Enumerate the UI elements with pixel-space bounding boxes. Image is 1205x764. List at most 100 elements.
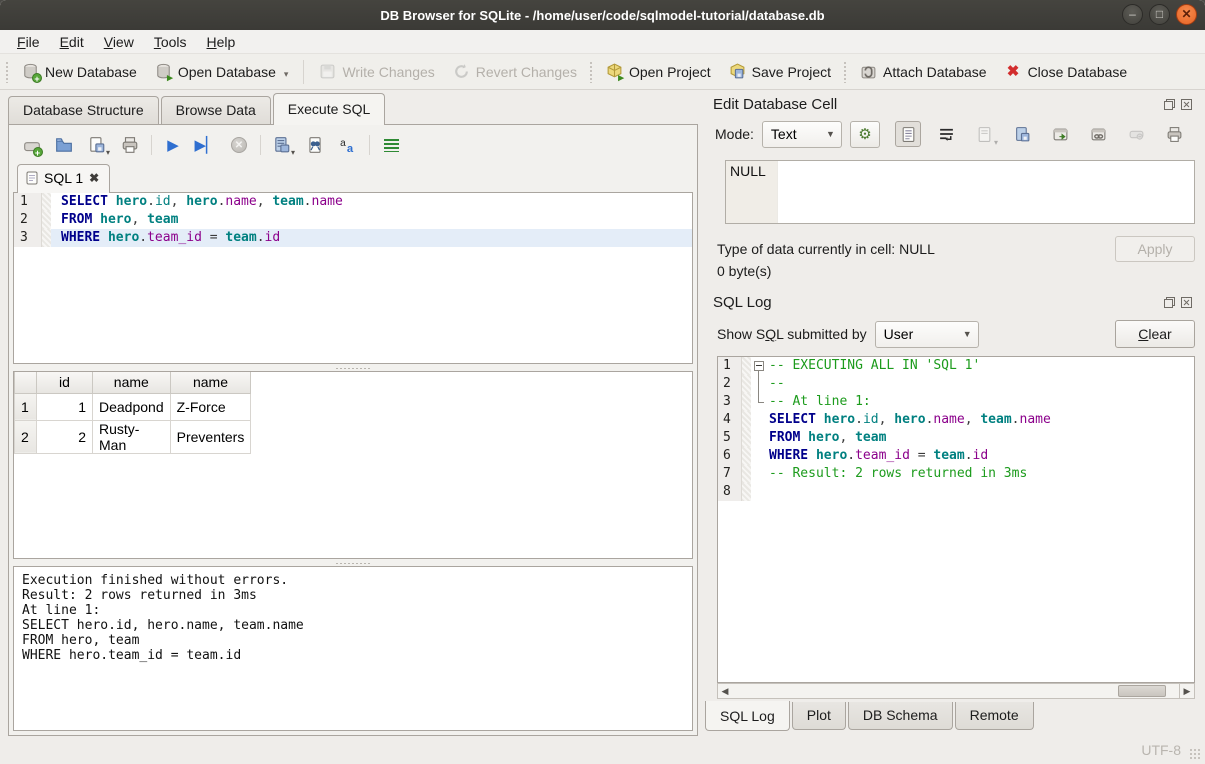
new-database-button[interactable]: + New Database xyxy=(13,59,146,84)
log-line: 5 FROM hero, team xyxy=(718,429,1194,447)
fold-marker-icon[interactable] xyxy=(751,357,767,375)
sql-log-view[interactable]: 1 -- EXECUTING ALL IN 'SQL 1' 2 -- 3 -- … xyxy=(717,356,1195,683)
fold-margin xyxy=(742,465,751,483)
close-database-button[interactable]: ✖ Close Database xyxy=(996,59,1137,84)
row-header[interactable]: 2 xyxy=(15,420,37,453)
vertical-splitter[interactable] xyxy=(698,92,705,736)
toolbar-separator xyxy=(303,60,304,84)
float-dock-icon[interactable] xyxy=(1163,98,1176,111)
menu-tools[interactable]: Tools xyxy=(145,32,196,52)
export-data-button[interactable] xyxy=(1009,121,1035,147)
open-database-button[interactable]: ▸ Open Database ▾ xyxy=(146,59,298,84)
log-line: 7 -- Result: 2 rows returned in 3ms xyxy=(718,465,1194,483)
menu-edit[interactable]: Edit xyxy=(51,32,93,52)
auto-format-button[interactable]: ⚙ xyxy=(850,121,880,148)
scroll-right-icon[interactable]: ▶ xyxy=(1180,686,1194,697)
print-cell-button[interactable] xyxy=(1161,121,1187,147)
sql-editor[interactable]: 1 SELECT hero.id, hero.name, team.name 2… xyxy=(13,192,693,364)
open-database-dropdown[interactable]: ▾ xyxy=(284,69,289,80)
copy-link-button[interactable] xyxy=(1085,121,1111,147)
execute-line-button[interactable]: ▶▏ xyxy=(194,133,218,157)
menu-file[interactable]: File xyxy=(8,32,49,52)
apply-button: Apply xyxy=(1115,236,1195,262)
auto-completion-button[interactable]: aa xyxy=(336,133,360,157)
column-header-id[interactable]: id xyxy=(37,372,93,393)
cell-team-name[interactable]: Preventers xyxy=(170,420,251,453)
open-database-icon: ▸ xyxy=(155,63,172,80)
open-project-button[interactable]: ▸ Open Project xyxy=(597,59,720,84)
save-project-button[interactable]: Save Project xyxy=(720,59,840,84)
cell-edit-icons: ▾ xyxy=(895,121,1187,147)
open-external-button[interactable] xyxy=(1047,121,1073,147)
cell-hero-name[interactable]: Deadpond xyxy=(93,393,171,420)
mode-select[interactable]: Text ▼ xyxy=(762,121,842,148)
row-header[interactable]: 1 xyxy=(15,393,37,420)
resize-grip[interactable] xyxy=(1189,748,1201,760)
log-line: 6 WHERE hero.team_id = team.id xyxy=(718,447,1194,465)
close-database-icon: ✖ xyxy=(1005,63,1022,80)
scrollbar-thumb[interactable] xyxy=(1118,685,1166,697)
table-row[interactable]: 2 2 Rusty-Man Preventers xyxy=(15,420,251,453)
word-wrap-button[interactable] xyxy=(933,121,959,147)
close-tab-icon[interactable]: ✖ xyxy=(89,171,99,185)
cell-value-editor[interactable]: NULL xyxy=(725,160,1195,224)
word-wrap-icon xyxy=(938,126,955,143)
tab-plot[interactable]: Plot xyxy=(792,702,846,730)
open-sql-file-button[interactable] xyxy=(52,133,76,157)
close-button[interactable]: ✕ xyxy=(1176,4,1197,25)
fold-margin xyxy=(742,357,751,375)
close-dock-icon[interactable] xyxy=(1180,98,1193,111)
scrollbar-divider xyxy=(1179,684,1180,698)
print-icon xyxy=(121,136,139,154)
save-results-button[interactable]: ▾ xyxy=(270,133,294,157)
execute-all-button[interactable]: ▶ xyxy=(161,133,185,157)
sql-1-tab[interactable]: SQL 1 ✖ xyxy=(17,164,110,193)
external-window-icon xyxy=(1052,126,1069,143)
format-sql-button[interactable] xyxy=(379,133,403,157)
menu-help[interactable]: Help xyxy=(198,32,245,52)
cell-id[interactable]: 1 xyxy=(37,393,93,420)
cell-team-name[interactable]: Z-Force xyxy=(170,393,251,420)
dropdown-caret-icon: ▾ xyxy=(994,138,998,147)
cell-id[interactable]: 2 xyxy=(37,420,93,453)
export-icon xyxy=(1014,126,1031,143)
tab-execute-sql[interactable]: Execute SQL xyxy=(273,93,386,125)
fold-margin xyxy=(42,211,51,229)
close-dock-icon[interactable] xyxy=(1180,296,1193,309)
menu-view[interactable]: View xyxy=(95,32,143,52)
maximize-button[interactable]: □ xyxy=(1149,4,1170,25)
table-row[interactable]: 1 1 Deadpond Z-Force xyxy=(15,393,251,420)
splitter-handle[interactable] xyxy=(13,364,693,371)
submitter-select[interactable]: User ▼ xyxy=(875,321,979,348)
tab-browse-data[interactable]: Browse Data xyxy=(161,96,271,124)
cell-hero-name[interactable]: Rusty-Man xyxy=(93,420,171,453)
clear-button[interactable]: Clear xyxy=(1115,320,1195,348)
scroll-left-icon[interactable]: ◀ xyxy=(718,686,732,697)
corner-cell xyxy=(15,372,37,393)
print-button[interactable] xyxy=(118,133,142,157)
log-horizontal-scrollbar[interactable]: ◀ ▶ xyxy=(717,683,1195,699)
attach-database-button[interactable]: Attach Database xyxy=(851,59,996,84)
toolbar-handle[interactable] xyxy=(589,61,594,83)
tab-sql-log[interactable]: SQL Log xyxy=(705,701,790,731)
tab-db-schema[interactable]: DB Schema xyxy=(848,702,953,730)
tab-remote[interactable]: Remote xyxy=(955,702,1034,730)
float-dock-icon[interactable] xyxy=(1163,296,1176,309)
find-button[interactable] xyxy=(303,133,327,157)
toolbar-handle[interactable] xyxy=(843,61,848,83)
new-database-icon: + xyxy=(22,63,39,80)
tab-database-structure[interactable]: Database Structure xyxy=(8,96,159,124)
toolbar-handle[interactable] xyxy=(5,61,10,83)
open-sql-tab-button[interactable]: + xyxy=(19,133,43,157)
splitter-handle[interactable] xyxy=(13,559,693,566)
code-line: 2 FROM hero, team xyxy=(14,211,692,229)
column-header-name[interactable]: name xyxy=(93,372,171,393)
column-header-name2[interactable]: name xyxy=(170,372,251,393)
fold-spacer xyxy=(751,465,767,483)
statusbar: UTF-8 xyxy=(0,736,1205,764)
save-sql-file-button[interactable]: ▾ xyxy=(85,133,109,157)
minimize-button[interactable]: – xyxy=(1122,4,1143,25)
text-view-button[interactable] xyxy=(895,121,921,147)
set-null-icon xyxy=(1128,126,1145,143)
code-line-current: 3 WHERE hero.team_id = team.id xyxy=(14,229,692,247)
